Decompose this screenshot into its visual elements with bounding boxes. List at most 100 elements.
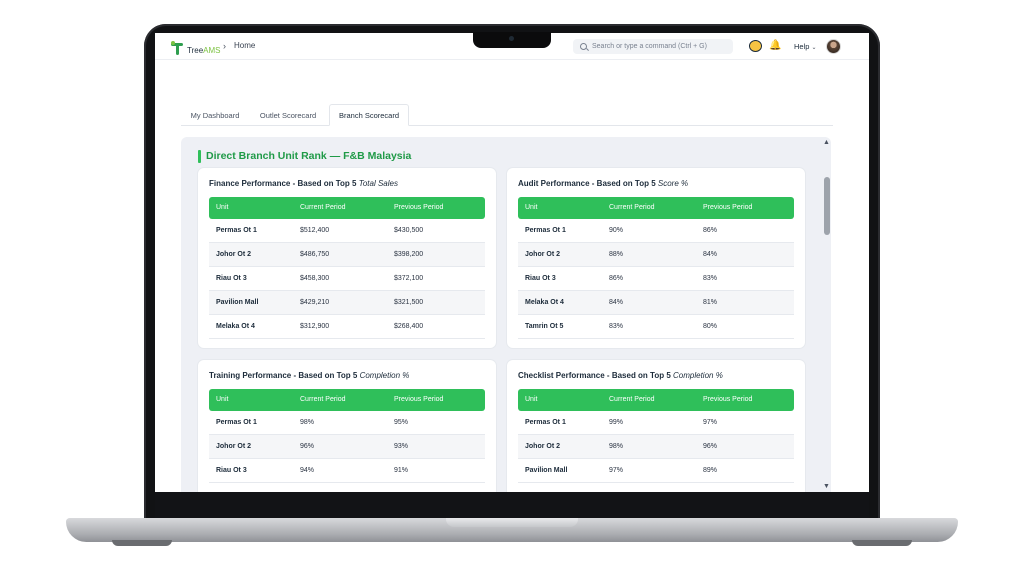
tab-branch-scorecard[interactable]: Branch Scorecard [329,104,409,126]
unit-name: Melaka Ot 4 [525,299,564,306]
table-header: Unit Current Period Previous Period [518,389,794,411]
table-row[interactable]: Riau Ot 3 $458,300 $372,100 [209,267,485,291]
previous-period-value: 95% [394,419,409,426]
table-row[interactable]: Pavilion Mall $429,210 $321,500 [209,291,485,315]
unit-name: Riau Ot 3 [216,275,247,282]
column-header[interactable]: Current Period [609,396,655,403]
previous-period-value: 93% [394,443,409,450]
notification-bell-icon[interactable]: 🔔 [769,40,781,52]
current-period-value: 98% [300,419,315,426]
card-title: Training Performance - Based on Top 5 Co… [209,371,410,380]
column-header[interactable]: Current Period [300,204,346,211]
help-label: Help [794,42,810,51]
card-title: Audit Performance - Based on Top 5 Score… [518,179,689,188]
section-title: Direct Branch Unit Rank — F&B Malaysia [198,149,411,163]
table-row[interactable]: Permas Ot 1 $512,400 $430,500 [209,219,485,243]
table-row[interactable]: Melaka Ot 4 $312,900 $268,400 [209,315,485,339]
chat-support-icon[interactable] [749,40,762,52]
app-logo[interactable]: TreeAMS [171,39,221,55]
table-row[interactable]: Tamrin Ot 5 83% 80% [518,315,794,339]
column-header[interactable]: Previous Period [703,204,752,211]
previous-period-value: $268,400 [394,323,424,330]
previous-period-value: 91% [394,467,409,474]
breadcrumb-chevron-icon: › [223,41,226,51]
column-header[interactable]: Unit [216,204,228,211]
column-header[interactable]: Unit [525,204,537,211]
current-period-value: 88% [609,251,624,258]
column-header[interactable]: Previous Period [394,204,443,211]
unit-name: Melaka Ot 4 [216,323,255,330]
table-row[interactable]: Permas Ot 1 99% 97% [518,411,794,435]
previous-period-value: $430,500 [394,227,424,234]
column-header[interactable]: Previous Period [703,396,752,403]
laptop-opening-groove [446,518,578,527]
scrollbar-thumb[interactable] [824,177,830,235]
column-header[interactable]: Unit [525,396,537,403]
current-period-value: 83% [609,323,624,330]
scroll-down-arrow-icon[interactable]: ▼ [823,483,830,490]
current-period-value: 94% [300,467,315,474]
previous-period-value: 97% [703,419,718,426]
table-header: Unit Current Period Previous Period [209,197,485,219]
tab-outlet-scorecard[interactable]: Outlet Scorecard [253,104,323,126]
unit-name: Tamrin Ot 5 [525,323,564,330]
unit-name: Pavilion Mall [216,299,259,306]
table-row[interactable]: Pavilion Mall 97% 89% [518,459,794,483]
current-period-value: $458,300 [300,275,330,282]
previous-period-value: 84% [703,251,718,258]
search-icon [580,43,587,50]
column-header[interactable]: Current Period [300,396,346,403]
table-row[interactable]: Johor Ot 2 96% 93% [209,435,485,459]
command-search-input[interactable]: Search or type a command (Ctrl + G) [573,39,733,54]
user-avatar[interactable] [826,39,841,54]
table-row[interactable]: Riau Ot 3 94% 91% [209,459,485,483]
current-period-value: 96% [300,443,315,450]
table-row[interactable]: Riau Ot 3 86% 83% [518,267,794,291]
table-row[interactable]: Melaka Ot 4 84% 81% [518,291,794,315]
laptop-foot-left [112,540,172,546]
column-header[interactable]: Previous Period [394,396,443,403]
table-row[interactable]: Johor Ot 2 98% 96% [518,435,794,459]
unit-name: Pavilion Mall [525,467,568,474]
unit-name: Riau Ot 3 [525,275,556,282]
previous-period-value: 89% [703,467,718,474]
tab-my-dashboard[interactable]: My Dashboard [185,104,245,126]
scroll-up-arrow-icon[interactable]: ▲ [823,139,830,146]
table-row[interactable]: Permas Ot 1 98% 95% [209,411,485,435]
checklist-performance-card: Checklist Performance - Based on Top 5 C… [507,360,805,492]
previous-period-value: 86% [703,227,718,234]
current-period-value: 86% [609,275,624,282]
previous-period-value: $398,200 [394,251,424,258]
dashboard-tabs: My Dashboard Outlet Scorecard Branch Sco… [181,104,833,126]
previous-period-value: $372,100 [394,275,424,282]
previous-period-value: 96% [703,443,718,450]
current-period-value: 90% [609,227,624,234]
unit-name: Permas Ot 1 [216,227,257,234]
search-placeholder: Search or type a command (Ctrl + G) [592,43,707,50]
current-period-value: $512,400 [300,227,330,234]
help-menu[interactable]: Help ⌄ [794,42,816,51]
current-period-value: 97% [609,467,624,474]
unit-name: Permas Ot 1 [216,419,257,426]
column-header[interactable]: Current Period [609,204,655,211]
logo-text: TreeAMS [187,46,221,55]
unit-name: Permas Ot 1 [525,419,566,426]
table-row[interactable]: Johor Ot 2 88% 84% [518,243,794,267]
current-period-value: $312,900 [300,323,330,330]
table-header: Unit Current Period Previous Period [209,389,485,411]
current-period-value: $429,210 [300,299,330,306]
column-header[interactable]: Unit [216,396,228,403]
table-row[interactable]: Johor Ot 2 $486,750 $398,200 [209,243,485,267]
camera-icon [509,36,514,41]
table-row[interactable]: Permas Ot 1 90% 86% [518,219,794,243]
laptop-foot-right [852,540,912,546]
unit-name: Johor Ot 2 [216,443,252,450]
title-accent-bar [198,149,201,163]
breadcrumb-home[interactable]: Home [234,41,255,50]
current-period-value: 98% [609,443,624,450]
current-period-value: $486,750 [300,251,330,258]
scorecard-panel: Direct Branch Unit Rank — F&B Malaysia F… [181,137,831,492]
unit-name: Johor Ot 2 [525,251,561,258]
previous-period-value: 80% [703,323,718,330]
tree-logo-icon [171,41,185,55]
